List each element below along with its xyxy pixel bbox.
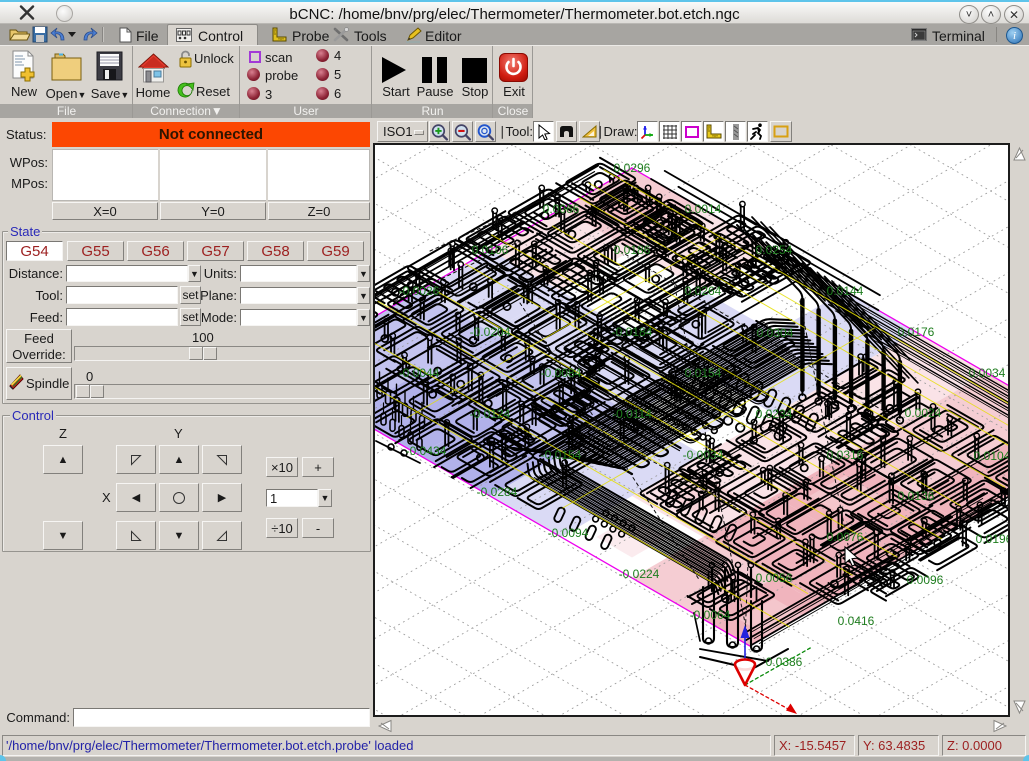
svg-text:-0.0284: -0.0284 (477, 485, 518, 499)
svg-text:-0.0434: -0.0434 (406, 444, 447, 458)
svg-text:0.0104: 0.0104 (974, 449, 1008, 463)
svg-text:-0.0114: -0.0114 (612, 407, 652, 421)
svg-text:-0.0064: -0.0064 (690, 608, 731, 622)
svg-text:0.0234: 0.0234 (756, 407, 793, 421)
svg-text:0.0254: 0.0254 (756, 243, 793, 257)
svg-text:0.0076: 0.0076 (827, 530, 864, 544)
svg-text:0.0186: 0.0186 (614, 243, 651, 257)
svg-text:0.0154: 0.0154 (685, 366, 722, 380)
svg-text:0.0264: 0.0264 (685, 284, 722, 298)
svg-text:0.0024: 0.0024 (905, 406, 942, 420)
svg-text:0.0176: 0.0176 (898, 325, 935, 339)
svg-text:0.0304: 0.0304 (757, 326, 794, 340)
svg-text:-0.0034: -0.0034 (683, 448, 724, 462)
svg-text:0.0056: 0.0056 (756, 571, 793, 585)
svg-text:0.0014: 0.0014 (685, 202, 722, 216)
svg-text:-0.0204: -0.0204 (470, 325, 511, 339)
svg-text:0.0416: 0.0416 (838, 614, 875, 628)
svg-text:-0.0094: -0.0094 (548, 526, 589, 540)
svg-text:0.0296: 0.0296 (614, 161, 651, 175)
svg-text:0.0316: 0.0316 (827, 448, 864, 462)
svg-text:-0.0184: -0.0184 (612, 325, 653, 339)
svg-text:0.0386: 0.0386 (766, 655, 803, 669)
svg-text:0.0034: 0.0034 (969, 366, 1006, 380)
svg-text:-0.0026: -0.0026 (399, 284, 440, 298)
svg-text:0.0136: 0.0136 (898, 489, 935, 503)
svg-text:-0.0154: -0.0154 (541, 448, 582, 462)
svg-text:0.0196: 0.0196 (976, 532, 1008, 546)
svg-text:0.0096: 0.0096 (907, 573, 944, 587)
svg-text:-0.0044: -0.0044 (399, 366, 440, 380)
svg-text:-0.0224: -0.0224 (619, 567, 660, 581)
svg-text:0.0066: 0.0066 (543, 202, 580, 216)
svg-text:-0.0124: -0.0124 (470, 407, 511, 421)
svg-text:0.0106: 0.0106 (472, 243, 509, 257)
svg-text:-0.0084: -0.0084 (541, 366, 582, 380)
svg-text:0.0144: 0.0144 (827, 284, 864, 298)
